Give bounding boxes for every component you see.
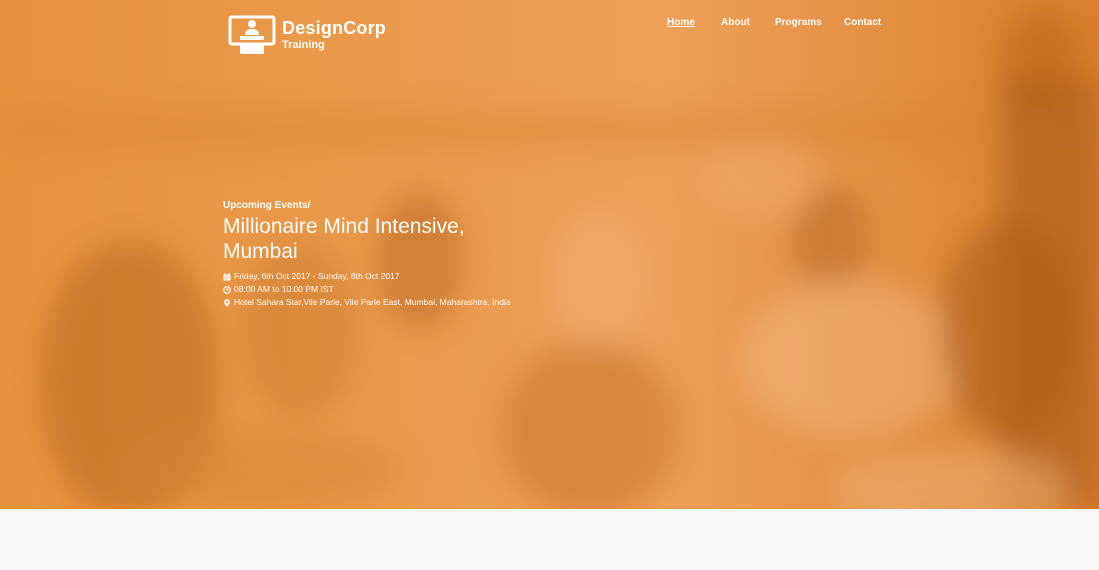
map-marker-icon bbox=[224, 298, 230, 307]
nav-about[interactable]: About bbox=[721, 17, 750, 28]
event-time: 08:00 AM to 10:00 PM IST bbox=[223, 283, 511, 296]
brand-subtitle: Training bbox=[282, 39, 325, 51]
nav-programs[interactable]: Programs bbox=[775, 17, 822, 28]
brand-logo[interactable]: DesignCorp Training bbox=[228, 14, 386, 56]
hero-background-image bbox=[0, 0, 1099, 509]
hero-banner: DesignCorp Training Home About Programs … bbox=[0, 0, 1099, 509]
page-content-area bbox=[0, 509, 1099, 570]
event-info: Upcoming Events/ Millionaire Mind Intens… bbox=[223, 200, 511, 309]
podium-speaker-icon bbox=[228, 15, 276, 54]
event-date: Friday, 6th Oct 2017 - Sunday, 8th Oct 2… bbox=[223, 270, 511, 283]
nav-home[interactable]: Home bbox=[667, 17, 695, 28]
event-time-text: 08:00 AM to 10:00 PM IST bbox=[234, 284, 334, 294]
event-date-text: Friday, 6th Oct 2017 - Sunday, 8th Oct 2… bbox=[234, 271, 400, 281]
calendar-icon bbox=[223, 272, 231, 280]
breadcrumb[interactable]: Upcoming Events/ bbox=[223, 200, 511, 211]
event-title: Millionaire Mind Intensive, Mumbai bbox=[223, 215, 465, 263]
brand-title: DesignCorp bbox=[282, 18, 387, 38]
nav-contact[interactable]: Contact bbox=[844, 17, 881, 28]
clock-icon bbox=[223, 285, 231, 294]
event-location: Hotel Sahara Star,Vile Parle, Vile Parle… bbox=[223, 296, 511, 309]
event-location-text: Hotel Sahara Star,Vile Parle, Vile Parle… bbox=[234, 297, 511, 307]
